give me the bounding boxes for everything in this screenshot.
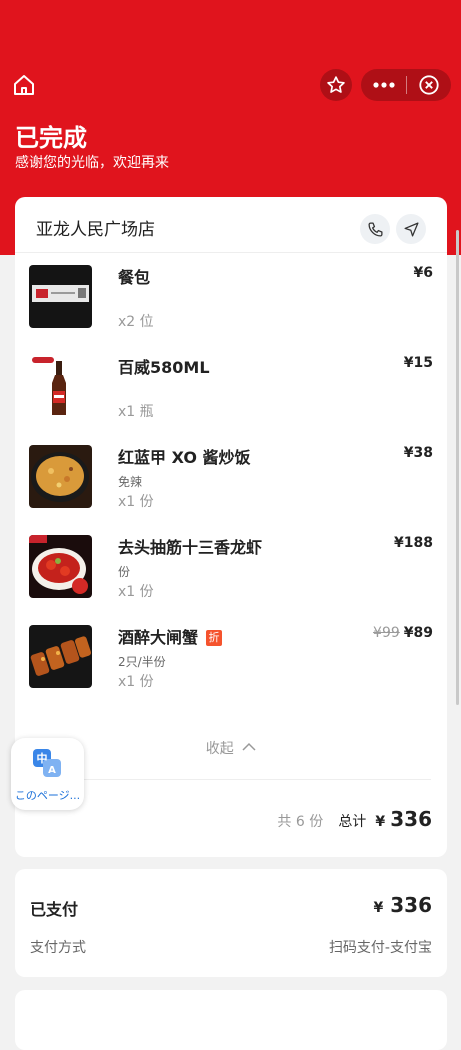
payment-method-value: 扫码支付-支付宝 (328, 940, 432, 956)
mini-program-capsule (361, 69, 451, 101)
currency-symbol: ¥ (375, 814, 386, 830)
item-image-crayfish (29, 535, 92, 598)
item-quantity: x1 份 (118, 584, 154, 600)
item-spec: 份 (118, 565, 131, 579)
order-item[interactable]: 红蓝甲 XO 酱炒饭 免辣 x1 份 ¥38 (29, 445, 433, 510)
translate-icon: 中 A (33, 749, 61, 777)
translate-page-button[interactable]: 中 A このページ... (11, 738, 84, 810)
item-spec: 免辣 (118, 475, 143, 489)
item-count: 共 6 份 (277, 814, 324, 830)
more-button[interactable] (361, 69, 406, 101)
item-quantity: x1 份 (118, 494, 154, 510)
order-item[interactable]: 酒醉大闸蟹折 2只/半份 x1 份 ¥99 ¥89 (29, 624, 433, 690)
next-card (15, 990, 447, 1050)
navigation-arrow-icon (403, 221, 419, 237)
store-name[interactable]: 亚龙人民广场店 (36, 215, 155, 240)
paid-amount-value: 336 (390, 893, 432, 917)
item-name: 酒醉大闸蟹折 (118, 624, 223, 648)
favorite-button[interactable] (320, 69, 352, 101)
discount-badge: 折 (206, 630, 223, 646)
item-name: 去头抽筋十三香龙虾 (118, 538, 263, 557)
item-image-bread (29, 265, 92, 328)
star-icon (327, 76, 345, 93)
order-item[interactable]: 去头抽筋十三香龙虾 份 x1 份 ¥188 (29, 535, 433, 600)
paid-amount: ¥ 336 (370, 893, 432, 917)
item-name: 餐包 (118, 268, 151, 287)
item-image-drunken-crab (29, 625, 92, 688)
item-price: ¥6 (414, 265, 433, 281)
payment-status: 已支付 (30, 900, 79, 919)
navigate-store-button[interactable] (396, 214, 426, 244)
svg-text:A: A (48, 765, 56, 776)
phone-icon (367, 221, 383, 237)
payment-card: 已支付 ¥ 336 支付方式 扫码支付-支付宝 (15, 869, 447, 977)
item-price-value: ¥38 (403, 445, 433, 461)
translate-label: このページ... (14, 789, 81, 802)
item-price: ¥15 (404, 355, 433, 371)
svg-text:中: 中 (37, 751, 48, 765)
divider (15, 252, 447, 253)
payment-method-label: 支付方式 (30, 940, 86, 956)
item-price-value: ¥15 (403, 355, 433, 371)
currency-symbol: ¥ (373, 900, 384, 916)
total-label: 总计 (338, 814, 367, 830)
item-name-text: 酒醉大闸蟹 (118, 628, 199, 647)
chevron-up-icon (242, 742, 256, 751)
close-button[interactable] (407, 69, 451, 101)
close-circle-icon (419, 75, 439, 95)
item-image-beer (29, 355, 92, 418)
item-quantity: x2 位 (118, 314, 154, 330)
order-status-title: 已完成 (15, 124, 87, 152)
item-price-value: ¥188 (394, 535, 433, 551)
order-item[interactable]: 餐包 x2 位 ¥6 (29, 265, 433, 330)
item-quantity: x1 瓶 (118, 404, 154, 420)
item-image-fried-rice (29, 445, 92, 508)
home-icon[interactable] (12, 73, 36, 97)
item-name: 红蓝甲 XO 酱炒饭 (118, 448, 251, 467)
collapse-label: 收起 (205, 741, 234, 757)
order-status-subtitle: 感谢您的光临，欢迎再来 (15, 155, 169, 171)
item-price: ¥188 (394, 535, 433, 551)
item-quantity: x1 份 (118, 674, 154, 690)
item-name: 百威580ML (118, 358, 210, 377)
item-price: ¥99 ¥89 (373, 625, 433, 641)
item-spec: 2只/半份 (118, 655, 166, 669)
total-amount: 336 (390, 807, 432, 831)
order-item[interactable]: 百威580ML x1 瓶 ¥15 (29, 355, 433, 420)
more-dots-icon (372, 82, 395, 88)
call-store-button[interactable] (360, 214, 390, 244)
divider (31, 779, 431, 780)
scrollbar[interactable] (456, 230, 459, 705)
order-total: 共 6 份 总计 ¥ 336 (277, 807, 432, 831)
original-price: ¥99 (373, 625, 400, 641)
item-price-value: ¥89 (403, 625, 433, 641)
item-price: ¥38 (404, 445, 433, 461)
item-price-value: ¥6 (413, 265, 433, 281)
